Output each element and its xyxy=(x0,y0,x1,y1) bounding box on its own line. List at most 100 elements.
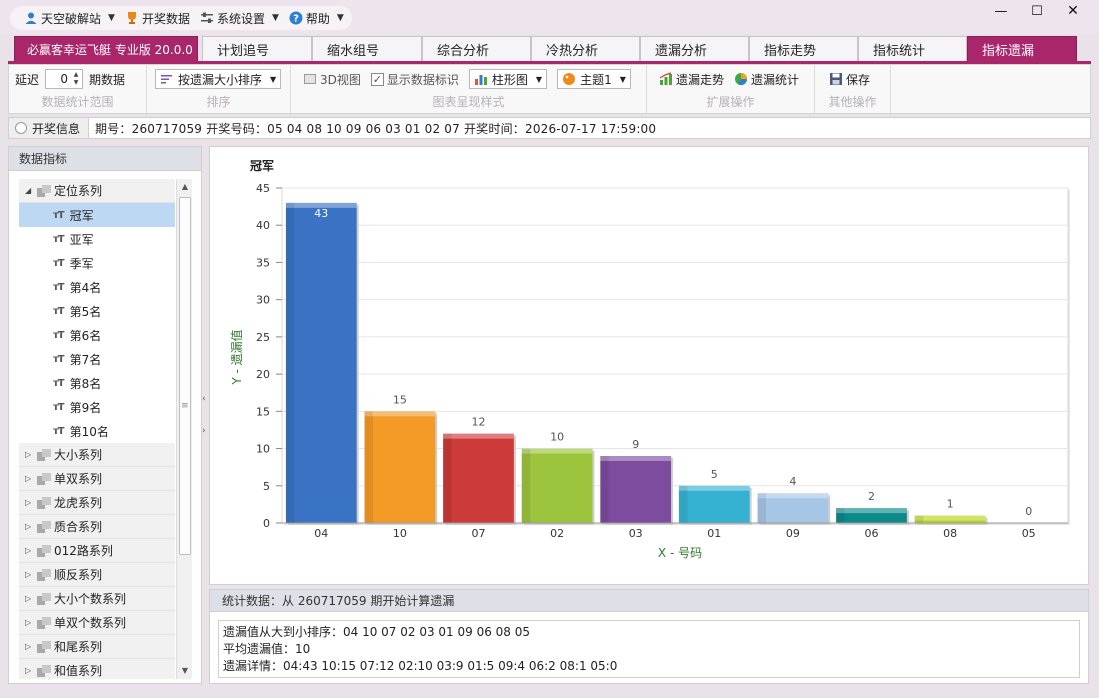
bar-03[interactable] xyxy=(600,456,672,523)
extend-group: 遗漏走势 遗漏统计 扩展操作 xyxy=(647,65,815,113)
scrollbar-thumb[interactable] xyxy=(179,197,191,555)
radio-icon xyxy=(15,122,27,134)
tree-group-size[interactable]: ▷ 大小系列 xyxy=(19,443,175,467)
x-tick-label: 01 xyxy=(707,527,721,540)
tree-group-label: 大小系列 xyxy=(54,448,103,462)
bar-02[interactable] xyxy=(521,448,593,523)
tree-leaf-label: 第9名 xyxy=(69,400,102,415)
tree-leaf-label: 第6名 xyxy=(69,328,102,343)
field-icon: тT xyxy=(53,233,65,245)
tree-leaf-4th[interactable]: тT 第4名 xyxy=(19,275,175,299)
collapsed-triangle-icon[interactable]: ▷ xyxy=(25,450,37,459)
tab-overall-analysis[interactable]: 综合分析 xyxy=(422,36,531,62)
user-menu[interactable]: 天空破解站 ▼ xyxy=(24,10,115,27)
expand-right-icon[interactable]: › xyxy=(202,426,206,436)
tree-leaf-6th[interactable]: тT 第6名 xyxy=(19,323,175,347)
tree-group-label: 012路系列 xyxy=(54,544,113,558)
collapsed-triangle-icon[interactable]: ▷ xyxy=(25,522,37,531)
bar-value-label: 1 xyxy=(947,498,954,511)
bar-07[interactable] xyxy=(443,433,514,523)
tree-group-forward-reverse[interactable]: ▷ 顺反系列 xyxy=(19,563,175,587)
bar-value-label: 4 xyxy=(789,475,796,488)
tree-group-sum-value[interactable]: ▷ 和值系列 xyxy=(19,659,175,679)
tree-leaf-10th[interactable]: тT 第10名 xyxy=(19,419,175,443)
other-group: 保存 其他操作 xyxy=(815,65,891,113)
other-group-caption: 其他操作 xyxy=(828,95,877,109)
minimize-button[interactable]: — xyxy=(983,0,1019,22)
collapse-left-icon[interactable]: ‹ xyxy=(202,394,206,404)
theme-dropdown[interactable]: 主题1 ▼ xyxy=(557,69,631,89)
tree-group-label: 顺反系列 xyxy=(54,568,103,582)
omission-trend-button[interactable]: 遗漏走势 xyxy=(659,71,724,88)
bar-edge xyxy=(285,202,295,523)
tree-leaf-5th[interactable]: тT 第5名 xyxy=(19,299,175,323)
brand-tab: 必赢客幸运飞艇 专业版 20.0.0 xyxy=(14,36,198,62)
maximize-button[interactable]: ☐ xyxy=(1019,0,1055,22)
tree-leaf-runner-up[interactable]: тT 亚军 xyxy=(19,227,175,251)
show-labels-checkbox[interactable]: ✓ 显示数据标识 xyxy=(370,71,459,88)
tree-group-sum-tail[interactable]: ▷ 和尾系列 xyxy=(19,635,175,659)
settings-menu[interactable]: 系统设置 ▼ xyxy=(200,10,279,27)
tree-group-dragon-tiger[interactable]: ▷ 龙虎系列 xyxy=(19,491,175,515)
tree-group-odd-even[interactable]: ▷ 单双系列 xyxy=(19,467,175,491)
bar-01[interactable] xyxy=(678,485,750,523)
y-tick-label: 0 xyxy=(263,517,270,530)
scroll-down-icon[interactable]: ▼ xyxy=(177,663,193,679)
collapsed-triangle-icon[interactable]: ▷ xyxy=(25,498,37,507)
tree-leaf-8th[interactable]: тT 第8名 xyxy=(19,371,175,395)
scroll-up-icon[interactable]: ▲ xyxy=(177,179,193,195)
tab-indicator-trend[interactable]: 指标走势 xyxy=(749,36,858,62)
bar-10[interactable] xyxy=(364,411,436,523)
tree-leaf-champion[interactable]: тT 冠军 xyxy=(19,203,175,227)
expanded-triangle-icon[interactable]: ◢ xyxy=(25,186,37,195)
chevron-down-icon: ▼ xyxy=(535,74,543,84)
help-menu[interactable]: ? 帮助 ▼ xyxy=(289,10,344,27)
omission-stats-button[interactable]: 遗漏统计 xyxy=(734,71,799,88)
bar-highlight xyxy=(443,433,514,439)
save-button[interactable]: 保存 xyxy=(829,71,870,88)
tree-group-odd-even-count[interactable]: ▷ 单双个数系列 xyxy=(19,611,175,635)
sort-group: 按遗漏大小排序 ▼ 排序 xyxy=(147,65,291,113)
tree-leaf-9th[interactable]: тT 第9名 xyxy=(19,395,175,419)
help-label: 帮助 xyxy=(305,11,330,26)
y-tick-label: 25 xyxy=(256,331,270,344)
omission-stats-label: 遗漏统计 xyxy=(751,72,800,87)
tree-leaf-third[interactable]: тT 季军 xyxy=(19,251,175,275)
tree-group-position[interactable]: ◢ 定位系列 xyxy=(19,179,175,203)
tab-hot-cold-analysis[interactable]: 冷热分析 xyxy=(531,36,640,62)
tab-plan-chase[interactable]: 计划追号 xyxy=(202,36,312,62)
x-tick-label: 08 xyxy=(943,527,957,540)
tab-indicator-omission[interactable]: 指标遗漏 xyxy=(967,36,1077,62)
close-button[interactable]: ✕ xyxy=(1055,0,1091,22)
tree-group-012-route[interactable]: ▷ 012路系列 xyxy=(19,539,175,563)
view-3d-toggle[interactable]: 3D视图 xyxy=(303,71,361,88)
draw-data-menu[interactable]: 开奖数据 xyxy=(125,10,190,27)
tree-scrollbar[interactable]: ▲ ≡ ▼ xyxy=(176,179,192,679)
draw-info-bar: 开奖信息 期号：260717059 开奖号码：05 04 08 10 09 06… xyxy=(8,117,1091,139)
panel-splitter[interactable]: ‹ › xyxy=(202,146,208,684)
collapsed-triangle-icon[interactable]: ▷ xyxy=(25,474,37,483)
collapsed-triangle-icon[interactable]: ▷ xyxy=(25,642,37,651)
draw-info-button[interactable]: 开奖信息 xyxy=(9,118,90,138)
tab-indicator-stats[interactable]: 指标统计 xyxy=(858,36,967,62)
sort-dropdown[interactable]: 按遗漏大小排序 ▼ xyxy=(155,69,282,89)
tab-omission-analysis[interactable]: 遗漏分析 xyxy=(640,36,749,62)
delay-spinner[interactable]: 0 ▲ ▼ xyxy=(45,69,84,89)
spinner-arrows-icon[interactable]: ▲ ▼ xyxy=(71,71,81,87)
collapsed-triangle-icon[interactable]: ▷ xyxy=(25,570,37,579)
tree-group-size-count[interactable]: ▷ 大小个数系列 xyxy=(19,587,175,611)
tree-leaf-label: 第5名 xyxy=(69,304,102,319)
tree-leaf-7th[interactable]: тT 第7名 xyxy=(19,347,175,371)
tree-group-prime-composite[interactable]: ▷ 质合系列 xyxy=(19,515,175,539)
collapsed-triangle-icon[interactable]: ▷ xyxy=(25,546,37,555)
chart-type-dropdown[interactable]: 柱形图 ▼ xyxy=(468,69,548,89)
collapsed-triangle-icon[interactable]: ▷ xyxy=(25,618,37,627)
folder-icon xyxy=(37,472,51,485)
bar-highlight xyxy=(757,493,829,499)
tab-shrink-group[interactable]: 缩水组号 xyxy=(312,36,422,62)
bar-04[interactable] xyxy=(285,202,357,523)
indicator-tree: ◢ 定位系列 тT 冠军 тT 亚军 тT 季军 тT 第4名 тT 第5名 тT 第6名 … xyxy=(19,179,175,679)
collapsed-triangle-icon[interactable]: ▷ xyxy=(25,666,37,675)
bar-value-label: 10 xyxy=(550,431,564,444)
collapsed-triangle-icon[interactable]: ▷ xyxy=(25,594,37,603)
